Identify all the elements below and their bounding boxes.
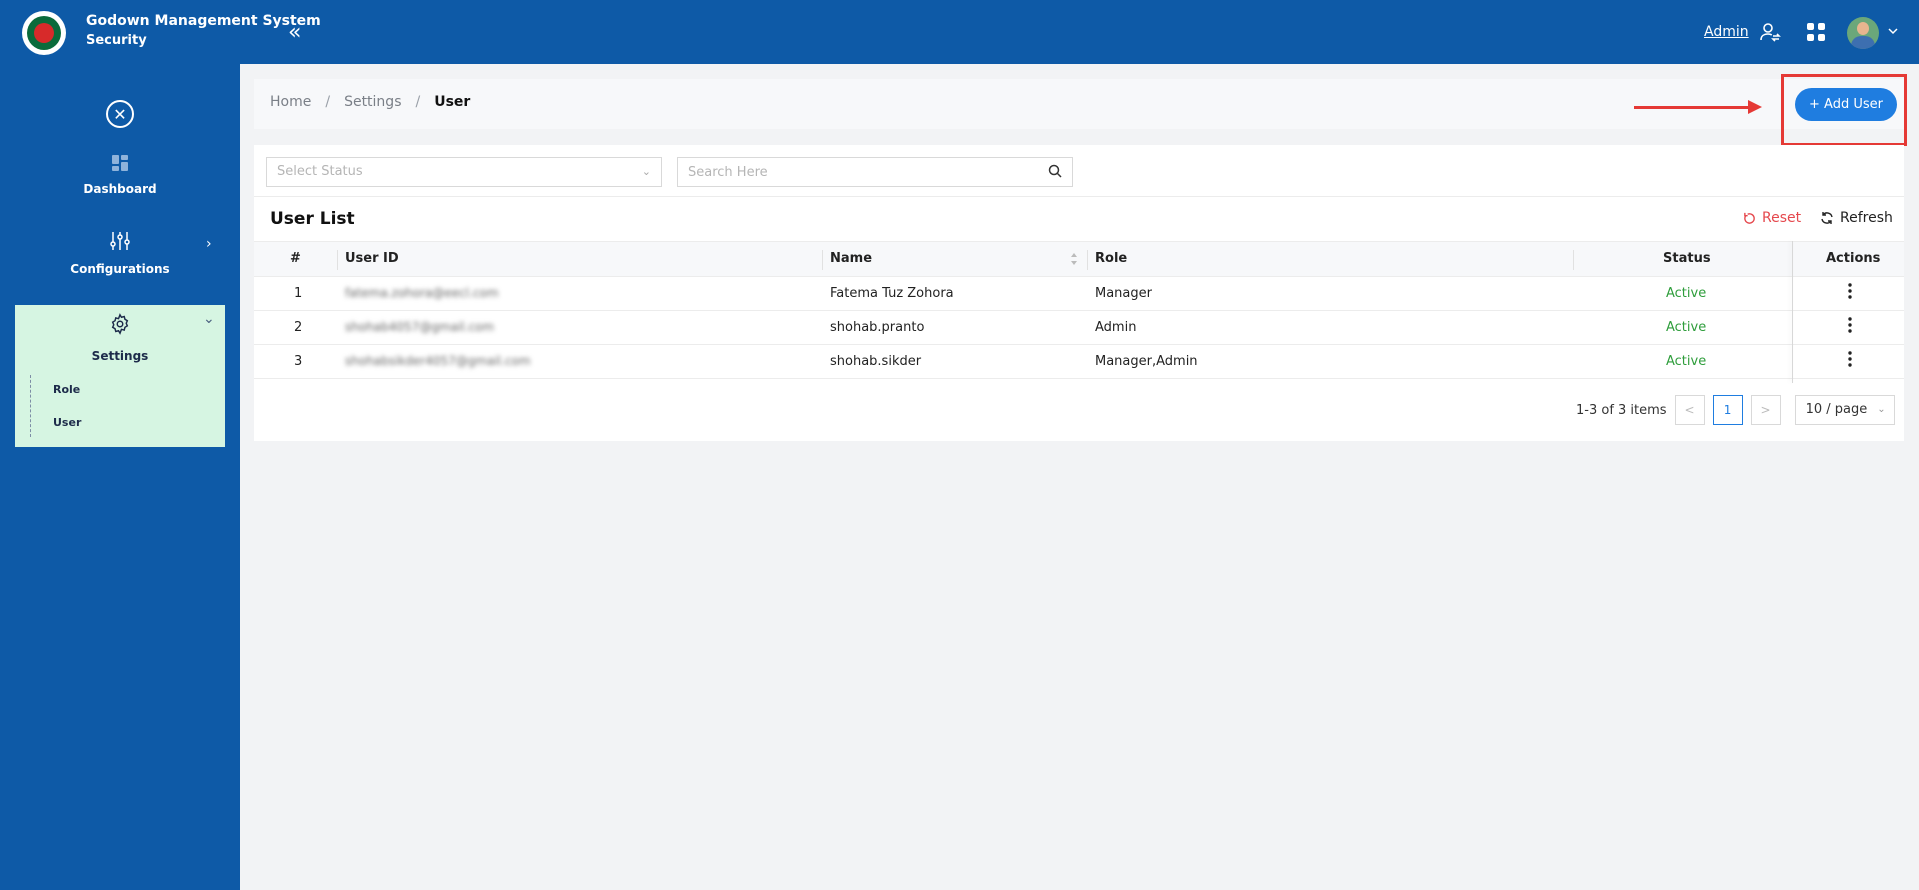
- chevron-down-icon: ⌄: [203, 311, 215, 327]
- row-user-id: fatema.zohora@eecl.com: [345, 286, 499, 300]
- refresh-icon: [1821, 212, 1833, 224]
- search-icon[interactable]: [1048, 164, 1062, 178]
- switch-user-icon[interactable]: [1758, 20, 1782, 48]
- reset-label: Reset: [1762, 210, 1802, 226]
- chevron-right-icon: ›: [206, 236, 212, 252]
- row-name: shohab.pranto: [830, 320, 925, 335]
- annotation-arrow: [1634, 106, 1752, 109]
- table-row: 3 shohabsikder4057@gmail.com shohab.sikd…: [254, 345, 1904, 379]
- column-header-actions: Actions: [1826, 251, 1881, 266]
- breadcrumb-home[interactable]: Home: [270, 94, 311, 110]
- table-row: 2 shohab4057@gmail.com shohab.pranto Adm…: [254, 311, 1904, 345]
- row-role: Admin: [1095, 320, 1137, 335]
- app-subtitle: Security: [86, 33, 147, 48]
- row-index: 1: [294, 286, 303, 301]
- row-role: Manager,Admin: [1095, 354, 1198, 369]
- column-divider: [822, 250, 823, 270]
- list-title: User List: [270, 209, 355, 229]
- status-badge: Active: [1666, 320, 1707, 335]
- column-header-status: Status: [1663, 251, 1711, 266]
- row-index: 2: [294, 320, 303, 335]
- row-name: Fatema Tuz Zohora: [830, 286, 954, 301]
- add-user-button[interactable]: + Add User: [1795, 88, 1897, 121]
- status-badge: Active: [1666, 286, 1707, 301]
- status-select-placeholder: Select Status: [277, 164, 363, 179]
- table-header: # User ID Name Role Status Actions: [254, 241, 1904, 277]
- row-user-id: shohabsikder4057@gmail.com: [345, 354, 531, 368]
- user-list-panel: Select Status ⌄ User List Reset Refresh …: [254, 145, 1904, 441]
- sliders-icon: [110, 232, 130, 250]
- breadcrumb-separator: /: [415, 94, 421, 110]
- sidebar-item-label: Dashboard: [83, 182, 157, 196]
- more-actions-icon[interactable]: [1848, 351, 1852, 367]
- search-input[interactable]: [678, 158, 1028, 186]
- breadcrumb-settings[interactable]: Settings: [344, 94, 401, 110]
- admin-user-link[interactable]: Admin: [1704, 24, 1749, 40]
- sidebar-subitem-user[interactable]: User: [53, 416, 81, 429]
- page-1-button[interactable]: 1: [1712, 395, 1743, 425]
- user-avatar[interactable]: [1847, 17, 1879, 49]
- chevron-down-icon: ⌄: [1877, 404, 1886, 415]
- sidebar-item-configurations[interactable]: Configurations ›: [0, 230, 240, 276]
- pagination: 1-3 of 3 items < 1 > 10 / page ⌄: [1576, 395, 1895, 425]
- row-index: 3: [294, 354, 303, 369]
- search-field: [677, 157, 1073, 187]
- status-select[interactable]: Select Status ⌄: [266, 157, 662, 187]
- refresh-label: Refresh: [1840, 210, 1893, 226]
- sidebar: ✕ Dashboard Configurations › ⌄ Settings …: [0, 64, 240, 890]
- column-divider: [1573, 250, 1574, 270]
- dashboard-icon: [112, 155, 128, 171]
- government-logo: [22, 11, 66, 55]
- collapse-sidebar-icon[interactable]: «: [288, 20, 301, 45]
- column-header-role: Role: [1095, 251, 1128, 266]
- prev-page-button[interactable]: <: [1674, 395, 1705, 425]
- table-row: 1 fatema.zohora@eecl.com Fatema Tuz Zoho…: [254, 277, 1904, 311]
- sidebar-item-settings[interactable]: ⌄ Settings Role User: [15, 305, 225, 447]
- more-actions-icon[interactable]: [1848, 283, 1852, 299]
- breadcrumb-current: User: [434, 94, 471, 110]
- row-role: Manager: [1095, 286, 1152, 301]
- row-user-id: shohab4057@gmail.com: [345, 320, 495, 334]
- app-title: Godown Management System: [86, 13, 321, 29]
- chevron-down-icon: ⌄: [641, 165, 651, 178]
- page-size-select[interactable]: 10 / page ⌄: [1794, 395, 1895, 425]
- status-badge: Active: [1666, 354, 1707, 369]
- sidebar-item-label: Settings: [91, 349, 149, 363]
- reset-button[interactable]: Reset: [1743, 210, 1801, 226]
- column-header-name[interactable]: Name: [830, 251, 872, 266]
- row-name: shohab.sikder: [830, 354, 922, 369]
- page-size-value: 10 / page: [1805, 402, 1868, 417]
- gear-icon: [111, 313, 129, 335]
- sort-icon[interactable]: [1070, 252, 1078, 266]
- sidebar-subitem-role[interactable]: Role: [53, 383, 80, 396]
- column-header-user-id: User ID: [345, 251, 399, 266]
- more-actions-icon[interactable]: [1848, 317, 1852, 333]
- chevron-down-icon[interactable]: [1886, 23, 1900, 42]
- filter-bar: Select Status ⌄: [254, 145, 1904, 197]
- pagination-range: 1-3 of 3 items: [1576, 402, 1667, 418]
- column-divider: [337, 250, 338, 270]
- submenu-guide-line: [30, 375, 31, 437]
- reset-icon: [1744, 212, 1755, 224]
- sidebar-item-dashboard[interactable]: Dashboard: [0, 154, 240, 196]
- apps-grid-icon[interactable]: [1806, 22, 1826, 46]
- next-page-button[interactable]: >: [1750, 395, 1781, 425]
- column-header-index: #: [290, 251, 301, 266]
- breadcrumb-bar: Home / Settings / User: [254, 79, 1904, 129]
- column-divider: [1087, 250, 1088, 270]
- close-icon[interactable]: ✕: [106, 100, 134, 128]
- sidebar-item-label: Configurations: [70, 262, 170, 276]
- actions-column-divider: [1792, 241, 1793, 383]
- breadcrumb-separator: /: [325, 94, 331, 110]
- refresh-button[interactable]: Refresh: [1820, 210, 1893, 226]
- breadcrumb: Home / Settings / User: [270, 94, 470, 110]
- top-header: Godown Management System Security « Admi…: [0, 0, 1919, 64]
- annotation-arrow-head: [1748, 100, 1762, 114]
